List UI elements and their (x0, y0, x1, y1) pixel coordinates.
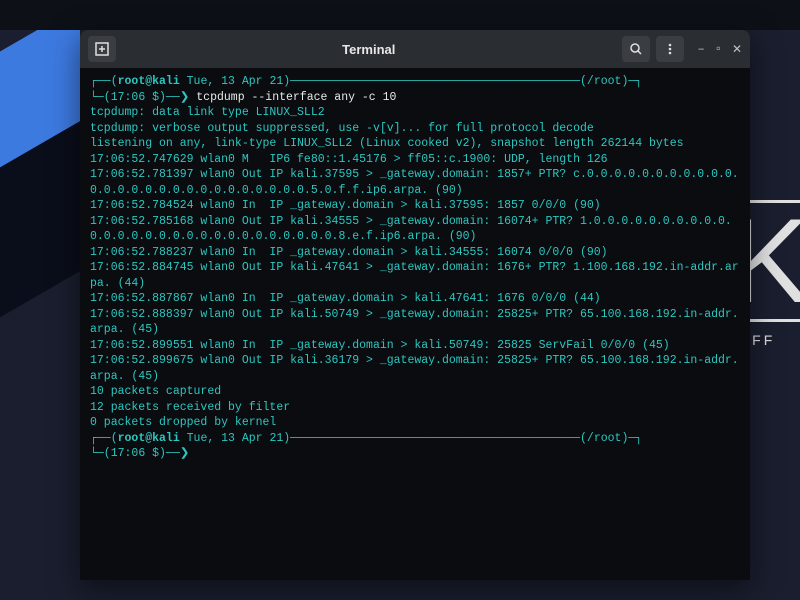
plus-box-icon (95, 42, 109, 56)
terminal-output[interactable]: ┌──(root@kali Tue, 13 Apr 21)───────────… (80, 68, 750, 580)
command-text: tcpdump --interface any -c 10 (196, 91, 396, 104)
minimize-button[interactable]: – (698, 42, 705, 57)
output-line: 17:06:52.899551 wlan0 In IP _gateway.dom… (90, 339, 670, 352)
output-line: 17:06:52.884745 wlan0 Out IP kali.47641 … (90, 261, 739, 290)
prompt-path: /root (587, 75, 622, 88)
menu-button[interactable] (656, 36, 684, 62)
prompt-user-host: root@kali (118, 75, 180, 88)
output-line: 17:06:52.888397 wlan0 Out IP kali.50749 … (90, 308, 739, 337)
output-line: 12 packets received by filter (90, 401, 290, 414)
top-panel (0, 0, 800, 30)
output-line: 17:06:52.784524 wlan0 In IP _gateway.dom… (90, 199, 601, 212)
output-line: tcpdump: verbose output suppressed, use … (90, 122, 594, 135)
prompt2-path: /root (587, 432, 622, 445)
output-line: 17:06:52.788237 wlan0 In IP _gateway.dom… (90, 246, 608, 259)
output-line: tcpdump: data link type LINUX_SLL2 (90, 106, 325, 119)
new-tab-button[interactable] (88, 36, 116, 62)
output-line: 10 packets captured (90, 385, 221, 398)
prompt2-date: Tue, 13 Apr 21 (187, 432, 284, 445)
maximize-button[interactable]: ▫ (715, 42, 722, 57)
output-line: 17:06:52.747629 wlan0 M IP6 fe80::1.4517… (90, 153, 608, 166)
close-button[interactable]: ✕ (732, 42, 742, 57)
output-line: 17:06:52.781397 wlan0 Out IP kali.37595 … (90, 168, 739, 197)
prompt-date: Tue, 13 Apr 21 (187, 75, 284, 88)
output-line: 17:06:52.785168 wlan0 Out IP kali.34555 … (90, 215, 732, 244)
window-title: Terminal (124, 42, 614, 57)
output-line: 17:06:52.899675 wlan0 Out IP kali.36179 … (90, 354, 739, 383)
search-icon (629, 42, 643, 56)
output-line: 0 packets dropped by kernel (90, 416, 276, 429)
titlebar[interactable]: Terminal – ▫ ✕ (80, 30, 750, 68)
search-button[interactable] (622, 36, 650, 62)
prompt2-user-host: root@kali (118, 432, 180, 445)
prompt2-time: 17:06 $ (111, 447, 159, 460)
menu-dots-icon (663, 42, 677, 56)
output-line: listening on any, link-type LINUX_SLL2 (… (90, 137, 684, 150)
prompt-time: 17:06 $ (111, 91, 159, 104)
terminal-window: Terminal – ▫ ✕ ┌──(root@kal (80, 30, 750, 580)
output-line: 17:06:52.887867 wlan0 In IP _gateway.dom… (90, 292, 601, 305)
